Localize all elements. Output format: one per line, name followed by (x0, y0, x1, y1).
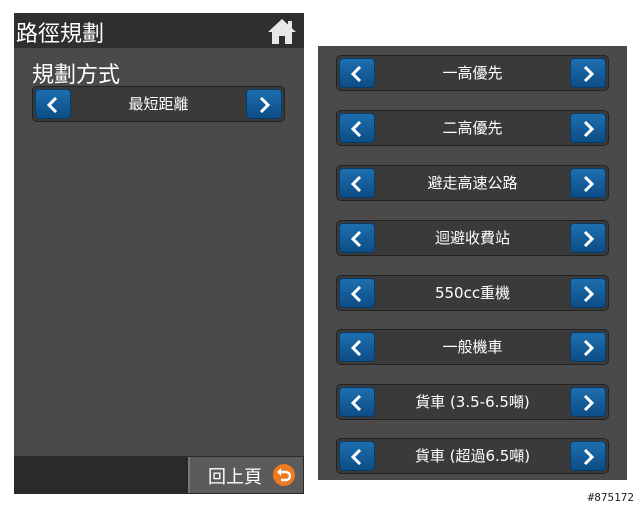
option-row: 避走高速公路 (336, 165, 609, 201)
prev-option-button[interactable] (35, 89, 71, 119)
planning-method-selector: 最短距離 (32, 86, 285, 122)
option-row: 貨車 (超過6.5噸) (336, 438, 609, 474)
next-option-button[interactable] (570, 441, 606, 471)
chevron-right-icon (583, 286, 595, 302)
chevron-left-icon (350, 66, 362, 82)
chevron-right-icon (583, 340, 595, 356)
option-label: 一高優先 (442, 64, 503, 82)
route-planning-screen: 路徑規劃 規劃方式 最短距離 回上頁 (14, 13, 304, 494)
home-button[interactable] (266, 16, 298, 46)
prev-option-button[interactable] (339, 332, 375, 362)
chevron-left-icon (350, 231, 362, 247)
option-label: 迴避收費站 (434, 229, 510, 247)
chevron-right-icon (259, 97, 271, 113)
option-row: 二高優先 (336, 110, 609, 146)
option-row: 貨車 (3.5-6.5噸) (336, 384, 609, 420)
option-row: 迴避收費站 (336, 220, 609, 256)
back-button-label: 回上頁 (208, 467, 262, 488)
page-title: 路徑規劃 (16, 22, 105, 47)
next-option-button[interactable] (570, 278, 606, 308)
title-bar: 路徑規劃 (14, 13, 304, 48)
option-label: 550cc重機 (434, 284, 511, 302)
chevron-right-icon (583, 395, 595, 411)
prev-option-button[interactable] (339, 278, 375, 308)
chevron-left-icon (350, 286, 362, 302)
chevron-left-icon (350, 121, 362, 137)
chevron-left-icon (350, 176, 362, 192)
option-row: 550cc重機 (336, 275, 609, 311)
home-icon (268, 19, 296, 44)
option-label: 貨車 (3.5-6.5噸) (415, 393, 530, 411)
next-option-button[interactable] (570, 387, 606, 417)
option-row: 一高優先 (336, 55, 609, 91)
undo-icon (273, 464, 295, 486)
back-button[interactable]: 回上頁 (188, 457, 303, 493)
selected-method: 最短距離 (128, 95, 189, 113)
chevron-right-icon (583, 176, 595, 192)
prev-option-button[interactable] (339, 168, 375, 198)
planning-options-screen: 一高優先 二高優先 避走高速公路 迴避收費站 550cc重機 一般機車 貨車 (… (318, 46, 627, 480)
option-label: 避走高速公路 (427, 174, 518, 192)
chevron-right-icon (583, 231, 595, 247)
prev-option-button[interactable] (339, 387, 375, 417)
option-label: 一般機車 (442, 338, 503, 356)
next-option-button[interactable] (570, 223, 606, 253)
prev-option-button[interactable] (339, 441, 375, 471)
chevron-right-icon (583, 449, 595, 465)
chevron-right-icon (583, 121, 595, 137)
chevron-left-icon (350, 340, 362, 356)
next-option-button[interactable] (570, 113, 606, 143)
planning-method-label: 規劃方式 (32, 63, 121, 88)
next-option-button[interactable] (570, 168, 606, 198)
next-option-button[interactable] (570, 332, 606, 362)
prev-option-button[interactable] (339, 223, 375, 253)
next-option-button[interactable] (570, 58, 606, 88)
watermark-text: #875172 (587, 491, 634, 504)
chevron-left-icon (46, 97, 58, 113)
prev-option-button[interactable] (339, 113, 375, 143)
option-label: 貨車 (超過6.5噸) (414, 447, 531, 465)
next-option-button[interactable] (246, 89, 282, 119)
chevron-left-icon (350, 449, 362, 465)
chevron-left-icon (350, 395, 362, 411)
option-row: 一般機車 (336, 329, 609, 365)
chevron-right-icon (583, 66, 595, 82)
option-label: 二高優先 (442, 119, 503, 137)
prev-option-button[interactable] (339, 58, 375, 88)
